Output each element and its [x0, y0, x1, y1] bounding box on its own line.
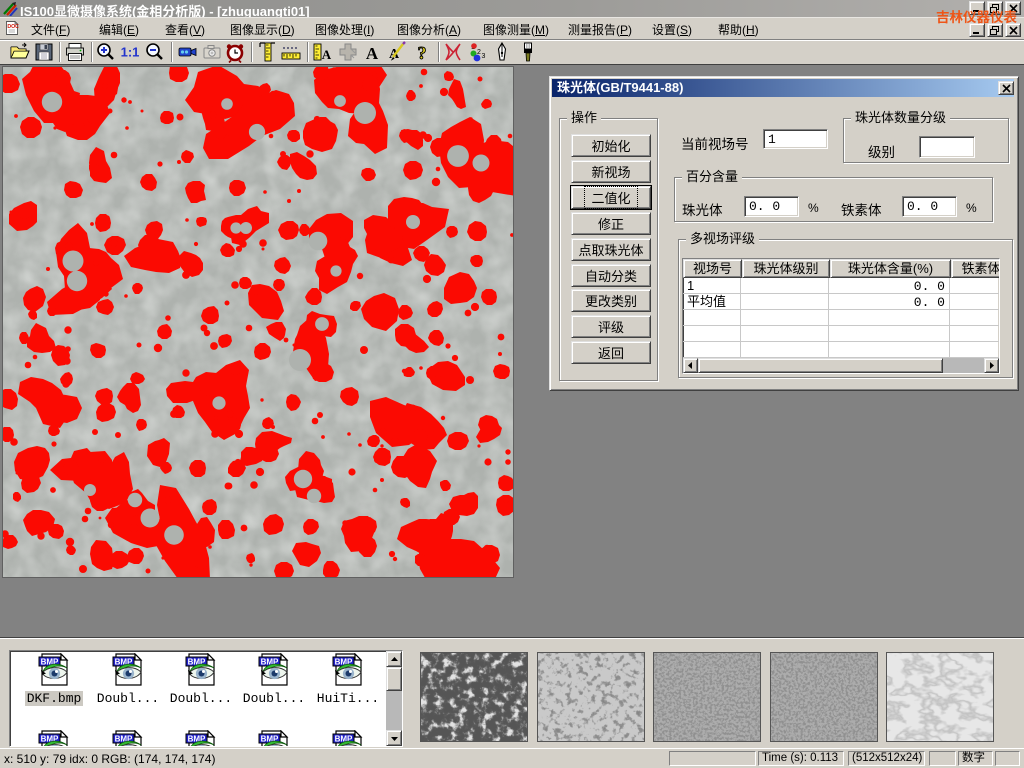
- svg-text:A: A: [366, 44, 379, 63]
- svg-text:?: ?: [418, 43, 427, 63]
- svg-text:A: A: [322, 47, 332, 62]
- svg-text:3: 3: [482, 53, 486, 60]
- svg-text:0. 0: 0. 0: [914, 295, 945, 310]
- svg-text:DOC: DOC: [7, 24, 19, 30]
- svg-text:0. 0: 0. 0: [914, 279, 945, 294]
- svg-text:平均值: 平均值: [687, 294, 726, 309]
- svg-text:1:1: 1:1: [121, 45, 140, 60]
- svg-text:1: 1: [687, 278, 694, 293]
